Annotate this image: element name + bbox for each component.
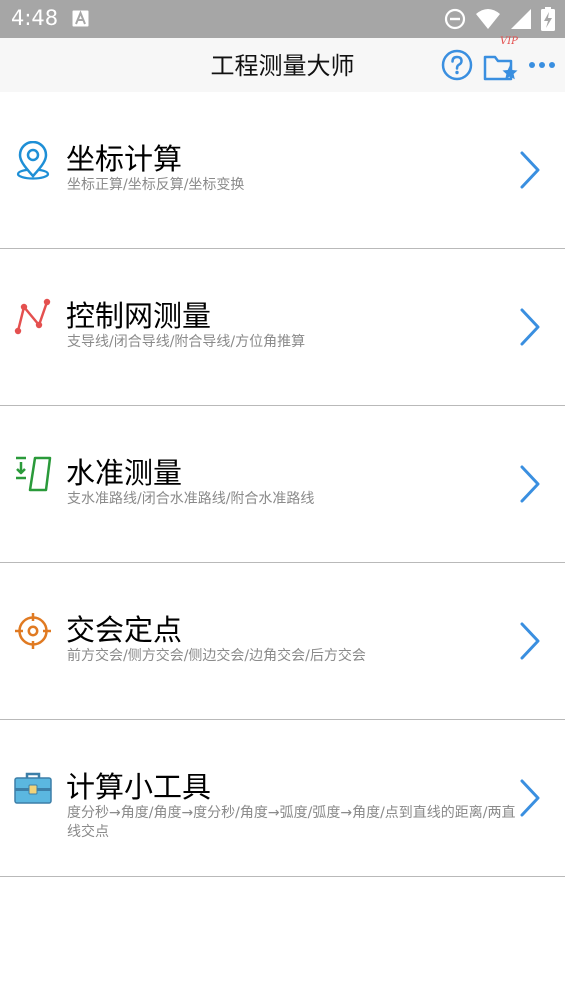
list-item-control-network[interactable]: 控制网测量 支导线/闭合导线/附合导线/方位角推算: [0, 249, 565, 406]
favorites-vip-button[interactable]: VIP: [479, 36, 523, 92]
item-title: 坐标计算: [66, 142, 183, 176]
folder-star-icon: [483, 55, 518, 81]
chevron-right-icon: [520, 779, 540, 817]
battery-charging-icon: [541, 7, 555, 31]
toolbox-icon: [14, 772, 52, 804]
list-item-intersection[interactable]: 交会定点 前方交会/侧方交会/侧边交会/边角交会/后方交会: [0, 563, 565, 720]
chevron-right-icon: [520, 151, 540, 189]
location-pin-icon: [16, 141, 50, 180]
more-dots-icon: [529, 62, 555, 68]
app-bar: 工程测量大师 VIP: [0, 36, 565, 92]
list-item-coordinate-calculation[interactable]: 坐标计算 坐标正算/坐标反算/坐标变换: [0, 92, 565, 249]
wifi-icon: [476, 9, 500, 29]
cell-signal-icon: [511, 9, 531, 29]
chevron-right-icon: [520, 308, 540, 346]
item-title: 计算小工具: [66, 770, 212, 804]
do-not-disturb-icon: [444, 8, 466, 30]
vip-badge: VIP: [500, 36, 518, 47]
chevron-right-icon: [520, 622, 540, 660]
target-crosshair-icon: [15, 613, 51, 649]
chevron-right-icon: [520, 465, 540, 503]
more-options-button[interactable]: [526, 38, 558, 92]
item-subtitle: 支导线/闭合导线/附合导线/方位角推算: [67, 334, 306, 350]
network-path-icon: [14, 298, 51, 335]
list-item-leveling[interactable]: 水准测量 支水准路线/闭合水准路线/附合水准路线: [0, 406, 565, 563]
item-title: 控制网测量: [66, 299, 212, 333]
item-subtitle: 前方交会/侧方交会/侧边交会/边角交会/后方交会: [67, 648, 366, 664]
item-subtitle: 坐标正算/坐标反算/坐标变换: [67, 177, 245, 193]
list-item-calculation-tools[interactable]: 计算小工具 度分秒→角度/角度→度分秒/角度→弧度/弧度→角度/点到直线的距离/…: [0, 720, 565, 877]
item-title: 水准测量: [66, 456, 183, 490]
item-subtitle: 度分秒→角度/角度→度分秒/角度→弧度/弧度→角度/点到直线的距离/两直线交点: [67, 805, 516, 840]
item-subtitle: 支水准路线/闭合水准路线/附合水准路线: [67, 491, 315, 507]
level-staff-icon: [16, 456, 52, 492]
status-bar: 4:48: [0, 0, 565, 38]
status-icons: [444, 7, 555, 31]
notification-a-icon: [72, 10, 89, 27]
module-list: 坐标计算 坐标正算/坐标反算/坐标变换 控制网测量 支导线/闭合导线/附合导线/…: [0, 92, 565, 877]
item-title: 交会定点: [66, 613, 183, 647]
help-icon: [441, 49, 473, 81]
status-time: 4:48: [11, 6, 59, 30]
help-button[interactable]: [440, 38, 474, 92]
